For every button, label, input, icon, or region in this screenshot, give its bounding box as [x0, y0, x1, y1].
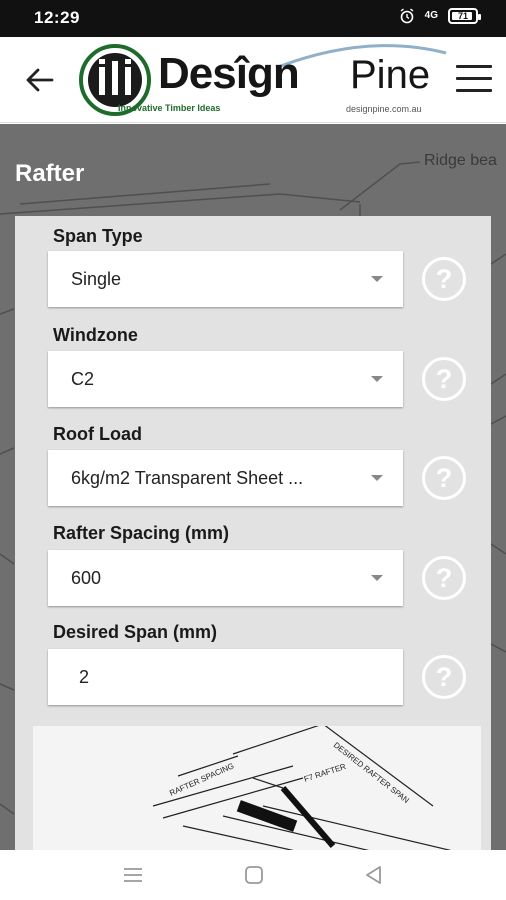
logo-url: designpine.com.au	[346, 104, 422, 114]
home-icon[interactable]	[242, 864, 266, 886]
windzone-help-button[interactable]: ?	[422, 357, 466, 401]
alarm-icon	[400, 8, 414, 24]
menu-bar-icon	[456, 65, 492, 68]
rafter-spacing-value: 600	[71, 568, 102, 588]
desired-span-help-button[interactable]: ?	[422, 655, 466, 699]
roof-load-select[interactable]: 6kg/m2 Transparent Sheet ...	[48, 450, 403, 506]
chevron-down-icon	[371, 376, 383, 382]
chevron-down-icon	[371, 276, 383, 282]
menu-bar-icon	[456, 77, 492, 80]
back-button[interactable]	[22, 62, 58, 98]
diagram-rafter-label: F7 RAFTER	[303, 762, 347, 784]
roof-load-value: 6kg/m2 Transparent Sheet ...	[71, 468, 304, 488]
battery-level: 71	[457, 11, 468, 21]
rafter-spacing-label: Rafter Spacing (mm)	[53, 523, 230, 543]
windzone-select[interactable]: C2	[48, 351, 403, 407]
signal-icon: 4G	[424, 10, 438, 21]
rafter-diagram-drawing: RAFTER SPACING DESIRED RAFTER SPAN F7 RA…	[152, 726, 452, 850]
back-nav-icon[interactable]	[362, 864, 386, 886]
rafter-spacing-help-button[interactable]: ?	[422, 556, 466, 600]
rafter-spacing-select[interactable]: 600	[48, 550, 403, 606]
span-type-help-button[interactable]: ?	[422, 257, 466, 301]
status-icons: 4G 71	[399, 8, 481, 24]
main-content: Ridge bea Rafter Span Type Single ? Wind…	[0, 124, 506, 850]
logo: Desîgn Pine Innovative Timber Ideas desi…	[78, 41, 447, 119]
span-type-value: Single	[71, 269, 122, 289]
rafter-form: Span Type Single ? Windzone C2 ? Roof Lo…	[15, 216, 491, 850]
windzone-label: Windzone	[53, 325, 138, 345]
desired-span-input[interactable]	[48, 649, 403, 705]
rafter-diagram: RAFTER SPACING DESIRED RAFTER SPAN F7 RA…	[33, 726, 481, 850]
page-title: Rafter	[15, 160, 85, 187]
status-time: 12:29	[34, 8, 80, 27]
desired-span-label: Desired Span (mm)	[53, 622, 218, 642]
chevron-down-icon	[371, 575, 383, 581]
status-bar: 12:29 4G 71	[0, 0, 506, 37]
span-type-select[interactable]: Single	[48, 251, 403, 307]
menu-bar-icon	[456, 89, 492, 92]
windzone-value: C2	[71, 369, 95, 389]
diagram-span-label: DESIRED RAFTER SPAN	[332, 740, 411, 805]
chevron-down-icon	[371, 475, 383, 481]
system-nav-bar	[0, 850, 506, 900]
roof-load-label: Roof Load	[53, 424, 142, 444]
app-header: Desîgn Pine Innovative Timber Ideas desi…	[0, 37, 506, 123]
battery-icon: 71	[448, 8, 481, 24]
recent-apps-icon[interactable]	[121, 864, 145, 886]
logo-tagline: Innovative Timber Ideas	[118, 103, 221, 113]
logo-wordmark: Desîgn	[158, 49, 300, 98]
menu-button[interactable]	[456, 65, 492, 95]
roof-load-help-button[interactable]: ?	[422, 456, 466, 500]
desired-span-field[interactable]	[48, 649, 403, 705]
span-type-label: Span Type	[53, 226, 143, 246]
logo-wordmark-light: Pine	[350, 53, 431, 97]
background-label: Ridge bea	[424, 152, 497, 169]
